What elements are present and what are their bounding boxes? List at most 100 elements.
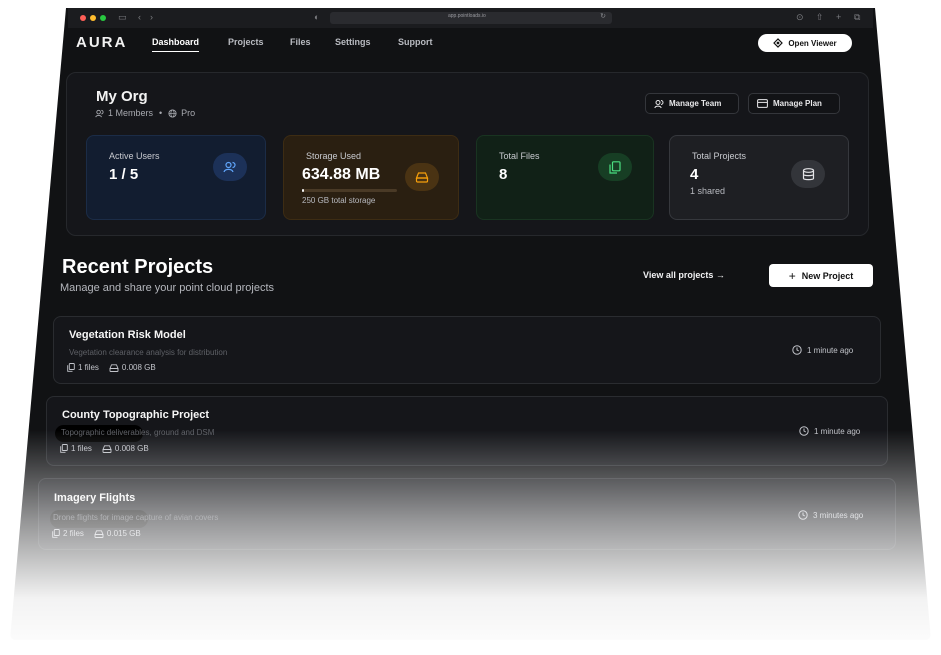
- privacy-shield-icon[interactable]: ◐: [314, 12, 319, 22]
- screenshot-stage: ▭ ‹ › ◐ app.pointloads.io ↻ ⊙ ⇧ + ⧉ AURA…: [0, 0, 941, 655]
- nav-support[interactable]: Support: [398, 37, 433, 47]
- clock-icon: [792, 345, 802, 355]
- hard-drive-icon: [94, 529, 104, 538]
- file-count: 1 files: [67, 363, 99, 372]
- manage-plan-button[interactable]: Manage Plan: [748, 93, 840, 114]
- file-count-text: 1 files: [78, 363, 99, 372]
- new-tab-icon[interactable]: +: [836, 12, 841, 22]
- file-count-text: 2 files: [63, 529, 84, 538]
- tab-overview-icon[interactable]: ⧉: [854, 12, 860, 23]
- project-description: Topographic deliverables, ground and DSM: [61, 428, 215, 437]
- share-icon[interactable]: ⇧: [816, 12, 824, 23]
- project-card[interactable]: Vegetation Risk Model Vegetation clearan…: [53, 316, 881, 384]
- project-name: Imagery Flights: [54, 492, 136, 504]
- hard-drive-icon: [405, 163, 439, 191]
- project-updated: 1 minute ago: [792, 345, 853, 355]
- storage-total: 250 GB total storage: [302, 196, 376, 205]
- project-updated-text: 3 minutes ago: [813, 510, 864, 520]
- files-icon: [598, 153, 632, 181]
- stat-value: 8: [499, 166, 508, 183]
- stat-value: 1 / 5: [109, 166, 139, 183]
- project-stats: 1 files 0.008 GB: [67, 363, 156, 372]
- nav-projects[interactable]: Projects: [228, 37, 264, 47]
- project-stats: 2 files 0.015 GB: [52, 529, 141, 538]
- storage-used-card: Storage Used 634.88 MB 250 GB total stor…: [283, 135, 459, 220]
- browser-toolbar: ▭ ‹ › ◐ app.pointloads.io ↻ ⊙ ⇧ + ⧉: [68, 8, 873, 28]
- manage-team-label: Manage Team: [669, 99, 722, 108]
- storage-progress-fill: [302, 189, 304, 192]
- nav-settings[interactable]: Settings: [335, 37, 371, 47]
- project-size: 0.015 GB: [94, 529, 141, 538]
- stat-label: Active Users: [109, 151, 160, 161]
- team-icon: [654, 99, 664, 108]
- forward-arrow-icon[interactable]: ›: [150, 12, 153, 22]
- clock-icon: [798, 510, 808, 520]
- project-updated: 3 minutes ago: [798, 510, 863, 520]
- org-members-count: 1 Members: [108, 108, 154, 118]
- app-header: AURA Dashboard Projects Files Settings S…: [62, 30, 877, 58]
- projects-shared: 1 shared: [690, 186, 726, 196]
- new-project-button[interactable]: + New Project: [769, 264, 873, 287]
- minimize-window-button[interactable]: [90, 15, 96, 21]
- window-controls: [80, 15, 106, 21]
- stat-value: 4: [690, 166, 699, 183]
- recent-projects-subtitle: Manage and share your point cloud projec…: [60, 282, 275, 294]
- stat-label: Total Projects: [692, 151, 747, 161]
- open-viewer-label: Open Viewer: [788, 38, 837, 48]
- members-icon: [95, 109, 104, 117]
- open-viewer-button[interactable]: Open Viewer: [758, 34, 852, 52]
- hard-drive-icon: [109, 363, 119, 372]
- project-updated: 1 minute ago: [799, 426, 860, 436]
- project-updated-text: 1 minute ago: [807, 345, 854, 355]
- back-arrow-icon[interactable]: ‹: [138, 12, 141, 22]
- project-size-text: 0.008 GB: [114, 444, 149, 453]
- project-size-text: 0.008 GB: [121, 363, 156, 372]
- project-name: County Topographic Project: [62, 409, 210, 421]
- project-description: Drone flights for image capture of avian…: [53, 513, 219, 522]
- stat-label: Total Files: [499, 151, 540, 161]
- address-bar[interactable]: app.pointloads.io ↻: [330, 12, 612, 24]
- address-bar-url: app.pointloads.io: [448, 13, 486, 19]
- files-icon: [67, 363, 75, 372]
- credit-card-icon: [757, 99, 768, 108]
- project-description: Vegetation clearance analysis for distri…: [69, 348, 228, 357]
- maximize-window-button[interactable]: [100, 15, 106, 21]
- download-icon[interactable]: ⊙: [796, 12, 804, 23]
- meta-separator: •: [159, 108, 163, 118]
- active-users-card: Active Users 1 / 5: [86, 135, 266, 220]
- sidebar-toggle-icon[interactable]: ▭: [118, 12, 127, 23]
- globe-icon: [168, 108, 177, 118]
- project-card[interactable]: Imagery Flights Drone flights for image …: [38, 478, 896, 550]
- org-plan: Pro: [181, 108, 196, 118]
- view-all-projects-link[interactable]: View all projects →: [643, 270, 725, 280]
- file-count: 1 files: [60, 444, 92, 453]
- file-count: 2 files: [52, 529, 84, 538]
- file-count-text: 1 files: [71, 444, 92, 453]
- aura-logo[interactable]: AURA: [76, 34, 127, 51]
- database-icon: [791, 160, 825, 188]
- project-card[interactable]: County Topographic Project Topographic d…: [46, 396, 888, 466]
- project-stats: 1 files 0.008 GB: [60, 444, 149, 453]
- nav-files[interactable]: Files: [290, 37, 311, 47]
- stat-value: 634.88 MB: [302, 166, 381, 183]
- users-icon: [213, 153, 247, 181]
- plus-icon: +: [788, 268, 796, 283]
- project-name: Vegetation Risk Model: [69, 329, 186, 341]
- recent-projects-title: Recent Projects: [62, 256, 214, 278]
- stat-label: Storage Used: [306, 151, 362, 161]
- close-window-button[interactable]: [80, 15, 86, 21]
- manage-team-button[interactable]: Manage Team: [645, 93, 739, 114]
- new-project-label: New Project: [801, 270, 854, 281]
- project-size: 0.008 GB: [109, 363, 156, 372]
- reload-icon[interactable]: ↻: [600, 12, 606, 20]
- storage-progress-track: [302, 189, 397, 192]
- manage-plan-label: Manage Plan: [773, 99, 822, 108]
- hard-drive-icon: [102, 444, 112, 453]
- files-icon: [52, 529, 60, 538]
- project-size-text: 0.015 GB: [106, 529, 141, 538]
- total-projects-card: Total Projects 4 1 shared: [669, 135, 849, 220]
- nav-dashboard[interactable]: Dashboard: [152, 37, 200, 52]
- org-name: My Org: [96, 88, 148, 105]
- project-updated-text: 1 minute ago: [814, 426, 861, 436]
- files-icon: [60, 444, 68, 453]
